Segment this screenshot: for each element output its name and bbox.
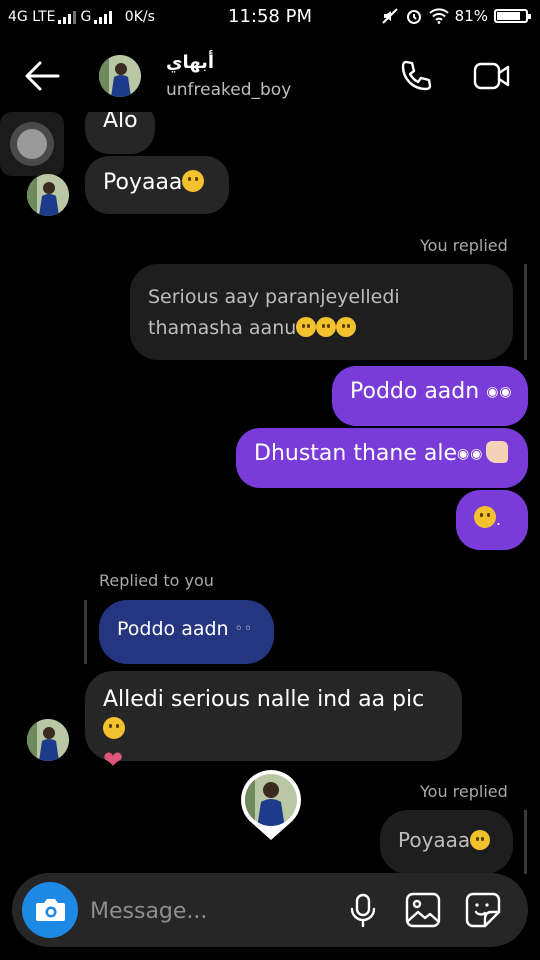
- sent-message[interactable]: Dhustan thane ale◉◉: [236, 428, 528, 488]
- quoted-message[interactable]: Poyaaa: [380, 810, 513, 874]
- alarm-icon: [406, 10, 421, 24]
- contact-avatar[interactable]: [99, 55, 141, 97]
- reply-quote-bar: [524, 264, 527, 360]
- video-call-icon[interactable]: [472, 60, 512, 92]
- message-input[interactable]: [88, 890, 332, 932]
- back-arrow-icon[interactable]: [22, 58, 62, 94]
- sent-message[interactable]: .: [456, 490, 528, 550]
- rofl-emoji-icon: [316, 317, 337, 337]
- camera-icon: [36, 899, 65, 921]
- sent-message[interactable]: Poddo aadn ◉◉: [332, 366, 528, 426]
- gallery-icon[interactable]: [404, 891, 442, 929]
- grin-emoji-icon: [470, 830, 491, 850]
- phone-call-icon[interactable]: [398, 58, 434, 94]
- status-bar: 4G LTE G 0K/s 11:58 PM 81%: [0, 0, 540, 36]
- microphone-icon[interactable]: [346, 891, 380, 929]
- dot: .: [496, 510, 502, 529]
- eyes-emoji-icon: ◦◦: [234, 621, 254, 637]
- camera-button[interactable]: [22, 882, 78, 938]
- rofl-emoji-icon: [336, 317, 357, 337]
- battery-icon: [494, 9, 531, 23]
- quoted-text: Poyaaa: [398, 828, 471, 852]
- reply-label: You replied: [420, 236, 508, 255]
- reply-label: Replied to you: [99, 571, 214, 590]
- wifi-icon: [428, 8, 449, 24]
- eyes-emoji-icon: ◉◉: [486, 384, 513, 400]
- message-text: Poddo aadn: [350, 379, 480, 404]
- thumbs-up-emoji-icon: [486, 441, 509, 463]
- reply-quote-bar: [524, 810, 527, 874]
- message-text: Alo: [103, 108, 138, 133]
- sender-avatar[interactable]: [27, 719, 69, 761]
- sticker-icon[interactable]: [464, 891, 502, 929]
- heart-emoji-icon: ❤: [103, 746, 124, 774]
- assistive-touch-button[interactable]: [0, 112, 64, 176]
- tongue-emoji-icon: [474, 506, 496, 528]
- sender-avatar[interactable]: [27, 174, 69, 216]
- mute-icon: [381, 8, 398, 24]
- rolling-eyes-emoji-icon: [103, 717, 125, 739]
- quoted-text: Poddo aadn: [117, 618, 229, 640]
- message-text: Alledi serious nalle ind aa pic: [103, 687, 425, 712]
- battery-percent: 81%: [454, 7, 488, 25]
- message-text: Dhustan thane ale: [254, 441, 457, 466]
- contact-username[interactable]: unfreaked_boy: [166, 80, 291, 100]
- reply-label: You replied: [420, 782, 508, 801]
- received-message[interactable]: Poyaaa: [85, 156, 229, 214]
- message-text: Poyaaa: [103, 170, 183, 195]
- contact-name[interactable]: أبهاي: [166, 52, 214, 73]
- quoted-message[interactable]: Serious aay paranjeyelledi thamasha aanu: [130, 264, 513, 360]
- received-message[interactable]: Alo: [85, 108, 155, 154]
- grin-emoji-icon: [182, 170, 205, 192]
- status-icons: 81%: [381, 7, 531, 25]
- quoted-message[interactable]: Poddo aadn ◦◦: [99, 600, 274, 664]
- received-message[interactable]: Alledi serious nalle ind aa pic ❤: [85, 671, 462, 774]
- eyes-emoji-icon: ◉◉: [456, 446, 484, 462]
- seen-avatar: [239, 768, 303, 842]
- reply-quote-bar: [84, 600, 87, 664]
- rofl-emoji-icon: [296, 317, 317, 337]
- quoted-text: Serious aay paranjeyelledi thamasha aanu: [148, 286, 400, 339]
